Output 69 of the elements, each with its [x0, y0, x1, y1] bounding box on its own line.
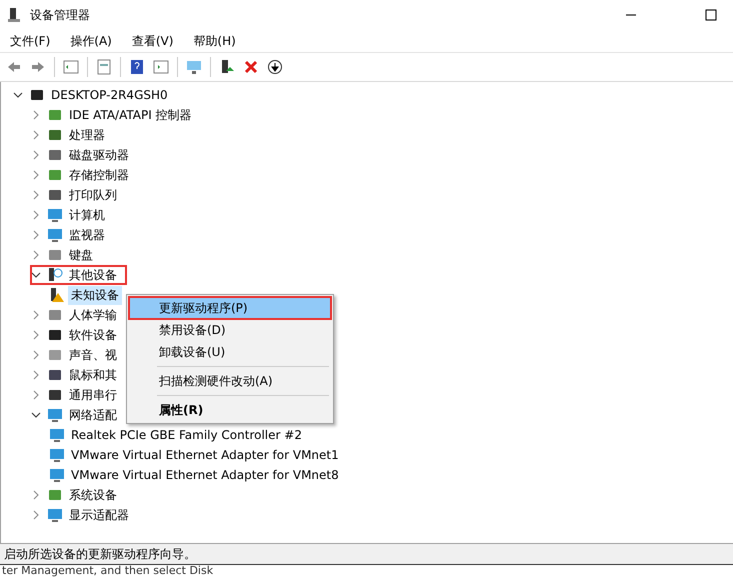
tree-item[interactable]: 磁盘驱动器	[66, 146, 132, 164]
app-icon	[6, 7, 22, 23]
tree-item[interactable]: 键盘	[66, 246, 96, 264]
tree-item[interactable]: IDE ATA/ATAPI 控制器	[66, 106, 195, 124]
context-menu-item[interactable]: 卸载设备(U)	[129, 341, 331, 363]
device-icon	[49, 467, 65, 483]
tree-item[interactable]: 鼠标和其	[66, 366, 120, 384]
window-title: 设备管理器	[30, 6, 91, 24]
tree-item[interactable]: 人体学输	[66, 306, 120, 324]
collapse-chevron-icon[interactable]	[31, 410, 41, 420]
tree-item[interactable]: VMware Virtual Ethernet Adapter for VMnet8	[68, 467, 342, 483]
tree-item[interactable]: DESKTOP-2R4GSH0	[48, 87, 171, 103]
context-menu-item[interactable]: 更新驱动程序(P)	[129, 297, 331, 319]
device-icon	[47, 267, 63, 283]
collapse-chevron-icon[interactable]	[13, 90, 23, 100]
device-icon	[47, 127, 63, 143]
update-driver-icon[interactable]	[219, 59, 235, 75]
forward-arrow-icon[interactable]	[30, 59, 46, 75]
context-menu-item[interactable]: 扫描检测硬件改动(A)	[129, 370, 331, 392]
context-menu-item[interactable]: 禁用设备(D)	[129, 319, 331, 341]
console-tree-icon[interactable]	[63, 59, 79, 75]
tree-item[interactable]: 处理器	[66, 126, 108, 144]
tree-item[interactable]: 未知设备	[68, 286, 122, 304]
device-icon	[47, 307, 63, 323]
device-icon	[47, 247, 63, 263]
tree-item[interactable]: 监视器	[66, 226, 108, 244]
device-icon	[47, 147, 63, 163]
remove-icon[interactable]	[243, 59, 259, 75]
context-menu-item[interactable]: 属性(R)	[129, 399, 331, 421]
help-icon[interactable]	[129, 59, 145, 75]
menu-item[interactable]: 查看(V)	[124, 32, 182, 50]
device-icon	[47, 167, 63, 183]
menu-item[interactable]: 操作(A)	[62, 32, 120, 50]
tree-item[interactable]: 存储控制器	[66, 166, 132, 184]
tree-item[interactable]: 网络适配	[66, 406, 120, 424]
tree-item[interactable]: 软件设备	[66, 326, 120, 344]
tree-item[interactable]: 打印队列	[66, 186, 120, 204]
device-icon	[47, 407, 63, 423]
back-arrow-icon[interactable]	[6, 59, 22, 75]
tree-item[interactable]: 其他设备	[66, 266, 120, 284]
properties-icon[interactable]	[96, 59, 112, 75]
tree-item[interactable]: 声音、视	[66, 346, 120, 364]
tree-item[interactable]: VMware Virtual Ethernet Adapter for VMnet1	[68, 447, 342, 463]
menu-item[interactable]: 文件(F)	[2, 32, 58, 50]
device-icon	[47, 227, 63, 243]
device-icon	[49, 427, 65, 443]
device-icon	[47, 487, 63, 503]
device-icon	[49, 287, 65, 303]
tree-item[interactable]: 系统设备	[66, 486, 120, 504]
action-pane-icon[interactable]	[153, 59, 169, 75]
device-icon	[29, 87, 45, 103]
device-icon	[47, 207, 63, 223]
tree-item[interactable]: Realtek PCIe GBE Family Controller #2	[68, 427, 305, 443]
device-icon	[47, 347, 63, 363]
tree-item[interactable]: 计算机	[66, 206, 108, 224]
tree-item[interactable]: 显示适配器	[66, 506, 132, 524]
scan-monitor-icon[interactable]	[186, 59, 202, 75]
device-icon	[47, 507, 63, 523]
collapse-chevron-icon[interactable]	[31, 270, 41, 280]
device-icon	[47, 327, 63, 343]
device-icon	[47, 387, 63, 403]
maximize-icon[interactable]	[705, 9, 717, 21]
device-icon	[47, 107, 63, 123]
device-icon	[49, 447, 65, 463]
device-icon	[47, 367, 63, 383]
tree-item[interactable]: 通用串行	[66, 386, 120, 404]
menu-item[interactable]: 帮助(H)	[185, 32, 244, 50]
device-icon	[47, 187, 63, 203]
status-bar: 启动所选设备的更新驱动程序向导。	[0, 544, 733, 565]
